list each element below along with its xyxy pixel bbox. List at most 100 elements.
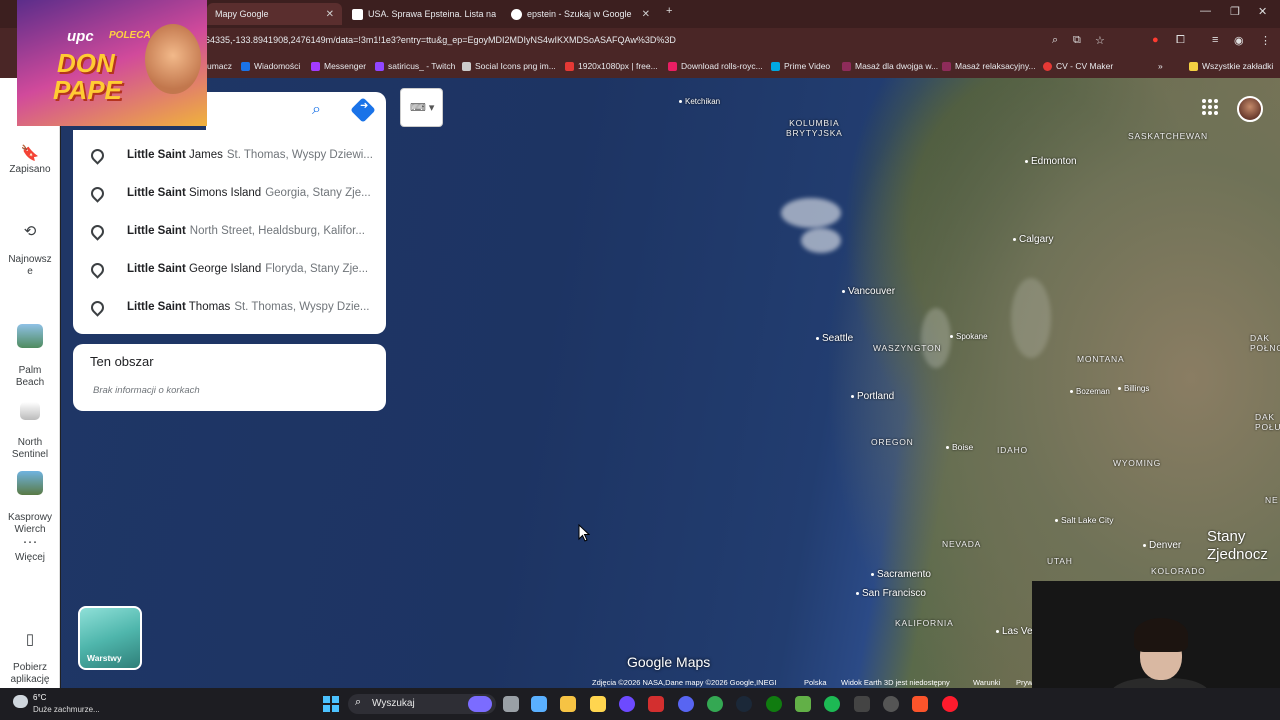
menu-dots-icon[interactable]: ⋮ (1260, 34, 1271, 47)
weather-description[interactable]: Duże zachmurze... (33, 705, 100, 714)
area-title: Ten obszar (90, 354, 154, 369)
map-label: Portland (851, 391, 894, 402)
area-card[interactable]: Ten obszar Brak informacji o korkach (73, 344, 386, 411)
star-icon[interactable]: ☆ (1095, 34, 1105, 47)
tab-google-maps[interactable]: Mapy Google ✕ (207, 3, 342, 25)
close-icon[interactable]: ✕ (320, 9, 334, 20)
xbox-icon[interactable] (766, 696, 782, 712)
rail-item-recent[interactable]: ⟲ Najnowsz e (0, 214, 60, 278)
maximize-icon[interactable]: ❐ (1230, 5, 1240, 18)
suggestion-item[interactable]: Little Saint Thomas St. Thomas, Wyspy Dz… (73, 288, 386, 326)
bookmark-item[interactable]: Wiadomości (241, 61, 300, 71)
google-apps-icon[interactable] (1202, 99, 1218, 115)
country-link[interactable]: Polska (804, 678, 827, 688)
map-label: KOLORADO (1151, 566, 1206, 576)
map-label: DAK POŁUDN (1255, 412, 1280, 432)
store-icon[interactable] (590, 696, 606, 712)
suggestion-item[interactable]: Little Saint North Street, Healdsburg, K… (73, 212, 386, 250)
place-pin-icon (90, 187, 102, 199)
more-icon: ··· (22, 533, 38, 550)
bookmark-folder[interactable]: Wszystkie zakładki (1189, 61, 1273, 71)
mascot-image (145, 24, 201, 94)
traffic-info: Brak informacji o korkach (93, 385, 200, 396)
extension-icon[interactable]: ● (1152, 34, 1159, 46)
suggestion-item[interactable]: Little Saint George Island Floryda, Stan… (73, 250, 386, 288)
map-label: Bozeman (1070, 387, 1110, 396)
tab-epstein-article[interactable]: USA. Sprawa Epsteina. Lista na ✕ (344, 3, 496, 25)
place-pin-icon (90, 225, 102, 237)
proton-icon[interactable] (619, 696, 635, 712)
suggestion-item[interactable]: Little Saint James St. Thomas, Wyspy Dzi… (73, 136, 386, 174)
rail-item-more[interactable]: ··· Więcej (0, 533, 60, 564)
layers-button[interactable]: Warstwy (78, 606, 142, 670)
bookmark-item[interactable]: CV - CV Maker (1043, 61, 1113, 71)
tab-label: Mapy Google (215, 9, 269, 19)
place-pin-icon (90, 301, 102, 313)
webcam-person (1134, 618, 1188, 652)
map-label: Salt Lake City (1055, 515, 1113, 525)
obs-icon[interactable] (883, 696, 899, 712)
install-icon[interactable]: ⧉ (1073, 34, 1081, 47)
map-attribution: Zdjęcia ©2026 NASA,Dane mapy ©2026 Googl… (592, 678, 777, 687)
playlist-icon[interactable]: ≡ (1212, 34, 1218, 46)
windows-start-icon[interactable] (323, 696, 339, 712)
lv-icon[interactable] (648, 696, 664, 712)
map-label: KALIFORNIA (895, 618, 954, 628)
widgets-icon[interactable] (468, 696, 492, 712)
bookmark-item[interactable]: Messenger (311, 61, 366, 71)
left-rail: 🔖 Zapisano ⟲ Najnowsz e Palm Beach North… (0, 78, 60, 688)
extensions-puzzle-icon[interactable]: ⧠ (1176, 34, 1185, 47)
bookmark-icon: 🔖 (20, 145, 40, 162)
minimize-icon[interactable]: — (1200, 5, 1211, 17)
task-view-icon[interactable] (503, 696, 519, 712)
map-label: Calgary (1013, 234, 1053, 245)
suggestion-item[interactable]: Little Saint Simons Island Georgia, Stan… (73, 174, 386, 212)
chevron-right-icon[interactable]: » (1158, 61, 1163, 71)
map-label: NEVADA (942, 539, 982, 549)
bookmark-item[interactable]: umacz (207, 61, 232, 71)
avatar[interactable] (1237, 96, 1263, 122)
bookmark-item[interactable]: Masaż dla dwojga w... (842, 61, 938, 71)
profile-icon[interactable]: ◉ (1234, 34, 1244, 47)
map-label: Stany Zjednocz (1207, 528, 1268, 563)
rail-item-north-sentinel[interactable]: North Sentinel (0, 390, 60, 461)
privacy-link[interactable]: Pryw (1016, 678, 1033, 688)
keyboard-button[interactable]: ⌨ ▾ (400, 88, 443, 127)
map-label: Billings (1118, 384, 1149, 393)
tab-label: USA. Sprawa Epsteina. Lista na (368, 9, 496, 19)
bookmark-item[interactable]: Prime Video (771, 61, 830, 71)
tab-google-search[interactable]: epstein - Szukaj w Google ✕ (503, 3, 658, 25)
rail-item-saved[interactable]: 🔖 Zapisano (0, 145, 60, 176)
map-label: Boise (946, 442, 973, 452)
bookmark-item[interactable]: satiricus_ - Twitch (375, 61, 455, 71)
close-window-icon[interactable]: ✕ (1258, 5, 1267, 18)
layers-label: Warstwy (87, 653, 122, 663)
rail-item-palm-beach[interactable]: Palm Beach (0, 312, 60, 389)
rail-item-kasprowy-wierch[interactable]: Kasprowy Wierch (0, 459, 60, 536)
file-explorer-icon[interactable] (560, 696, 576, 712)
bookmark-item[interactable]: Masaż relaksacyjny... (942, 61, 1036, 71)
terms-link[interactable]: Warunki (973, 678, 1000, 688)
spotify-icon[interactable] (824, 696, 840, 712)
zoom-icon[interactable]: ⌕ (1052, 34, 1058, 47)
url-text[interactable]: 64335,-133.8941908,2476149m/data=!3m1!1e… (205, 35, 676, 45)
map-label: San Francisco (856, 588, 926, 599)
weather-temperature[interactable]: 6°C (33, 693, 46, 702)
copilot-icon[interactable] (531, 696, 547, 712)
chrome-icon[interactable] (707, 696, 723, 712)
discord-icon[interactable] (678, 696, 694, 712)
close-icon[interactable]: ✕ (636, 9, 650, 20)
opera-icon[interactable] (942, 696, 958, 712)
bookmark-item[interactable]: Download rolls-royc... (668, 61, 763, 71)
map-label: WYOMING (1113, 458, 1162, 468)
rail-item-get-app[interactable]: ▯ Pobierz aplikację (0, 622, 60, 686)
place-thumbnail (17, 324, 43, 348)
game-icon[interactable] (854, 696, 870, 712)
search-icon[interactable]: ⌕ (312, 101, 321, 119)
steam-icon[interactable] (736, 696, 752, 712)
minecraft-icon[interactable] (795, 696, 811, 712)
brave-icon[interactable] (912, 696, 928, 712)
bookmark-item[interactable]: Social Icons png im... (462, 61, 556, 71)
new-tab-icon[interactable]: + (666, 5, 672, 17)
bookmark-item[interactable]: 1920x1080px | free... (565, 61, 658, 71)
